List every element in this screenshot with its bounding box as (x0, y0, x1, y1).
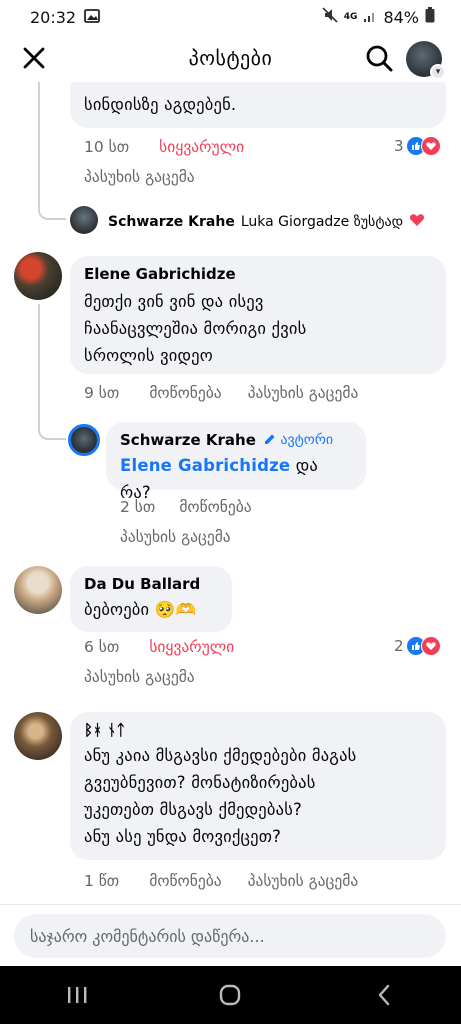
back-button[interactable] (354, 975, 414, 1015)
comment-input[interactable]: საჯარო კომენტარის დაწერა... (14, 914, 446, 958)
comment-author[interactable]: ᛒᚼ ᚾᛏ (84, 720, 432, 740)
heart-emoji-icon (409, 212, 425, 232)
heart-reaction-icon (420, 636, 441, 656)
reply-preview[interactable]: Schwarze Krahe Luka Giorgadze ზუსტად (108, 212, 425, 232)
reply-actions: 2 სთ მოწონება (120, 498, 278, 516)
comment-bubble: ᛒᚼ ᚾᛏ ანუ კაია მსგავსი ქმედებები მაგას გ… (70, 712, 446, 860)
app-header: პოსტები ▾ (0, 34, 461, 82)
comment-bubble: სინდისზე აგდებენ. (70, 82, 446, 128)
reply-button[interactable]: პასუხის გაცემა (248, 872, 359, 890)
comment-actions: 9 სთ მოწონება პასუხის გაცემა (84, 384, 384, 402)
comments-feed[interactable]: სინდისზე აგდებენ. 10 სთ სიყვარული 3 პასუ… (0, 82, 461, 904)
signal-icon (363, 8, 377, 27)
home-button[interactable] (200, 975, 260, 1015)
profile-avatar-button[interactable]: ▾ (406, 41, 446, 80)
reply-time: 2 სთ (120, 498, 156, 516)
comment-actions: 1 წთ მოწონება პასუხის გაცემა (84, 872, 384, 890)
gallery-icon (84, 8, 101, 27)
thread-connector (38, 194, 66, 220)
comment-author[interactable]: Da Du Ballard (84, 574, 218, 594)
comment-text: ბებოები 🥺🫶 (84, 600, 197, 619)
network-4g-label: 4G (343, 12, 358, 22)
close-icon (23, 47, 45, 69)
reaction-count: 2 (394, 637, 404, 655)
thread-line (38, 82, 40, 200)
avatar[interactable] (70, 206, 98, 234)
comment-bubble: Elene Gabrichidze მეთქი ვინ ვინ და ისევ … (70, 256, 446, 374)
comment-time: 1 წთ (84, 872, 120, 890)
author-badge: ავტორი (264, 432, 333, 448)
comment-time: 9 სთ (84, 384, 120, 402)
reply-button[interactable]: პასუხის გაცემა (84, 168, 195, 186)
avatar[interactable] (14, 712, 62, 760)
reaction-count: 3 (394, 137, 404, 155)
comment-input-placeholder: საჯარო კომენტარის დაწერა... (30, 926, 265, 946)
reaction-summary[interactable]: 2 (394, 636, 441, 656)
avatar[interactable] (14, 566, 62, 614)
comment-text-line: უკეთებთ მსგავს ქმედებას? (84, 800, 302, 819)
close-button[interactable] (18, 42, 50, 74)
reply-author: Schwarze Krahe (108, 214, 235, 230)
search-button[interactable] (362, 41, 396, 75)
comment-text-line: გვეუბნევით? მონატიზირებას (84, 773, 316, 792)
love-reaction-button[interactable]: სიყვარული (159, 138, 244, 156)
comment-time: 6 სთ (84, 638, 120, 656)
thread-line (38, 304, 40, 424)
system-nav-bar (0, 966, 461, 1024)
reply-button[interactable]: პასუხის გაცემა (248, 384, 359, 402)
search-icon (366, 45, 393, 72)
home-icon (220, 984, 241, 1006)
reply-button[interactable]: პასუხის გაცემა (84, 668, 195, 686)
comment-time: 10 სთ (84, 138, 130, 156)
mention-link[interactable]: Elene Gabrichidze (120, 456, 290, 475)
like-button[interactable]: მოწონება (149, 384, 221, 402)
comment-actions: 6 სთ სიყვარული (84, 638, 260, 656)
reply-author[interactable]: Schwarze Krahe (120, 430, 256, 450)
like-button[interactable]: მოწონება (179, 498, 251, 516)
comment-text-line: მეთქი ვინ ვინ და ისევ (84, 292, 264, 311)
back-icon (378, 984, 390, 1006)
author-badge-label: ავტორი (280, 432, 334, 448)
avatar[interactable] (14, 252, 62, 300)
avatar[interactable] (68, 424, 100, 456)
comment-actions: 10 სთ სიყვარული (84, 138, 270, 156)
reply-preview-text: Luka Giorgadze ზუსტად (240, 214, 404, 230)
comment-text-line: ჩაანაცვლეშია მორიგი ქვის (84, 319, 307, 338)
comment-bubble: Da Du Ballard ბებოები 🥺🫶 (70, 566, 232, 632)
comment-author[interactable]: Elene Gabrichidze (84, 264, 432, 284)
comment-text-line: ანუ კაია მსგავსი ქმედებები მაგას (84, 746, 357, 765)
page-title: პოსტები (188, 46, 273, 70)
heart-reaction-icon (420, 136, 441, 156)
status-bar: 20:32 4G 84% (0, 0, 461, 34)
battery-percent: 84% (383, 7, 419, 27)
status-time: 20:32 (30, 7, 77, 27)
recent-apps-icon (67, 987, 87, 1003)
comment-text: სინდისზე აგდებენ. (84, 95, 237, 114)
recent-apps-button[interactable] (47, 975, 107, 1015)
pencil-icon (264, 434, 275, 444)
reaction-summary[interactable]: 3 (394, 136, 441, 156)
reply-button[interactable]: პასუხის გაცემა (120, 528, 231, 546)
like-button[interactable]: მოწონება (149, 872, 221, 890)
comment-composer-bar: საჯარო კომენტარის დაწერა... (0, 904, 461, 966)
reply-bubble: Schwarze Krahe ავტორი Elene Gabrichidze … (106, 422, 366, 502)
battery-icon (425, 7, 435, 27)
love-reaction-button[interactable]: სიყვარული (149, 638, 234, 656)
comment-text-line: სროლის ვიდეო (84, 346, 213, 365)
thread-connector (38, 416, 66, 440)
mute-icon (322, 7, 338, 27)
comment-text-line: ანუ ასე უნდა მოვიქცეთ? (84, 827, 282, 846)
chevron-down-icon: ▾ (430, 64, 446, 80)
